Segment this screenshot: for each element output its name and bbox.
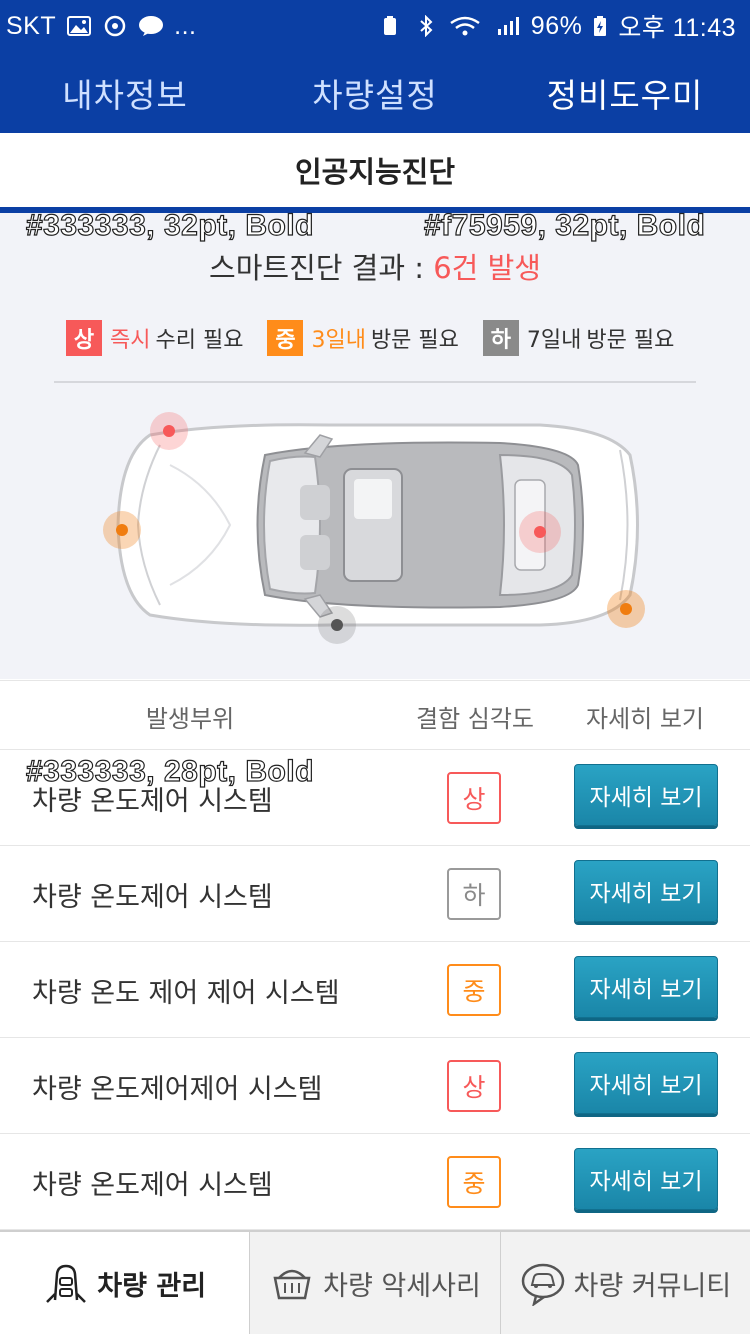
defect-table-header: 발생부위 결함 심각도 자세히 보기 (0, 680, 750, 750)
severity-badge-low: 하 (447, 868, 501, 920)
view-detail-button[interactable]: 자세히 보기 (574, 1052, 718, 1114)
gallery-icon (67, 16, 92, 36)
severity-legend: 상 즉시 수리 필요 중 3일내 방문 필요 하 7일내 방문 필요 (66, 320, 698, 356)
defect-marker-rear-cabin[interactable] (519, 511, 561, 553)
page-title: 인공지능진단 (0, 133, 750, 207)
legend-badge-low: 하 (482, 320, 519, 356)
bluetooth-icon (420, 15, 433, 37)
defect-marker-dot (116, 524, 128, 536)
battery-charging-icon (594, 16, 607, 36)
defect-marker-dot (620, 603, 632, 615)
nav-car-management[interactable]: 차량 관리 (0, 1232, 251, 1334)
diagnosis-result: 스마트진단 결과 : 6건 발생 (0, 245, 750, 287)
table-row: 차량 온도 제어 제어 시스템 중 자세히 보기 (0, 942, 750, 1038)
talk-icon (139, 16, 164, 36)
top-tab-bar: 내차정보 차량설정 정비도우미 (0, 52, 750, 133)
column-header-location: 발생부위 (145, 704, 235, 733)
defect-marker-rear[interactable] (607, 590, 645, 628)
battery-percent: 96% (530, 11, 583, 40)
result-label: 스마트진단 결과 : (209, 251, 434, 285)
severity-badge-mid: 중 (447, 964, 501, 1016)
view-detail-button[interactable]: 자세히 보기 (574, 764, 718, 826)
defect-marker-front[interactable] (103, 511, 141, 549)
defect-location: 차량 온도제어제어 시스템 (32, 1073, 323, 1105)
view-detail-button[interactable]: 자세히 보기 (574, 860, 718, 922)
nav-label: 차량 관리 (97, 1270, 207, 1302)
tab-vehicle-settings[interactable]: 차량설정 (250, 52, 500, 133)
clock: 오후 11:43 (618, 14, 736, 42)
status-left: SKT ... (6, 12, 196, 41)
bottom-navigation: 차량 관리 차량 악세사리 차량 커뮤니티 (0, 1230, 750, 1334)
basket-icon (273, 1269, 311, 1300)
legend-badge-mid: 중 (267, 320, 304, 356)
defect-location: 차량 온도제어 시스템 (32, 1169, 273, 1201)
nav-label: 차량 악세사리 (323, 1270, 481, 1302)
defect-marker-dot (331, 619, 343, 631)
legend-badge-high: 상 (66, 320, 102, 356)
tab-my-car-info[interactable]: 내차정보 (0, 52, 250, 133)
title-style-annotation: #333333, 32pt, Bold (25, 208, 314, 242)
nav-label: 차량 커뮤니티 (573, 1270, 732, 1302)
result-count: 6건 발생 (433, 251, 541, 285)
car-chat-icon (521, 1263, 564, 1306)
legend-text-mid: 방문 필요 (370, 328, 459, 353)
legend-text-low: 방문 필요 (586, 328, 675, 353)
car-manage-icon (46, 1264, 87, 1303)
more-notifications: ... (174, 11, 197, 40)
defect-marker-front-left[interactable] (150, 412, 188, 450)
view-detail-button[interactable]: 자세히 보기 (574, 1148, 718, 1210)
legend-emph-low: 7일내 (526, 328, 582, 353)
severity-badge-high: 상 (447, 1060, 501, 1112)
status-right: 96% 오후 11:43 (377, 8, 736, 44)
defect-marker-dot (163, 425, 175, 437)
legend-item-low: 하 7일내 방문 필요 (482, 320, 675, 356)
table-row: 차량 온도제어 시스템 하 자세히 보기 (0, 846, 750, 942)
row-style-annotation: #333333, 28pt, Bold (25, 754, 314, 788)
legend-text-high: 수리 필요 (155, 328, 244, 353)
status-bar: SKT ... 96% 오후 11:43 (0, 0, 750, 52)
legend-divider (54, 381, 696, 383)
nav-car-community[interactable]: 차량 커뮤니티 (501, 1232, 750, 1334)
carrier-label: SKT (6, 11, 57, 40)
view-detail-button[interactable]: 자세히 보기 (574, 956, 718, 1018)
power-sync-icon (104, 15, 126, 37)
defect-marker-right-side[interactable] (318, 606, 356, 644)
count-style-annotation: #f75959, 32pt, Bold (423, 208, 706, 242)
defect-location: 차량 온도제어 시스템 (32, 881, 273, 913)
severity-badge-high: 상 (447, 772, 501, 824)
defect-location: 차량 온도 제어 제어 시스템 (32, 977, 340, 1009)
legend-item-mid: 중 3일내 방문 필요 (267, 320, 459, 356)
nav-car-accessories[interactable]: 차량 악세사리 (250, 1232, 501, 1334)
battery-saver-icon (383, 16, 396, 35)
signal-icon (497, 17, 519, 35)
legend-emph-mid: 3일내 (311, 328, 366, 353)
legend-item-high: 상 즉시 수리 필요 (66, 320, 243, 356)
legend-emph-high: 즉시 (110, 328, 151, 353)
table-row: 차량 온도제어제어 시스템 상 자세히 보기 (0, 1038, 750, 1134)
defect-marker-dot (534, 526, 546, 538)
column-header-severity: 결함 심각도 (415, 704, 535, 733)
column-header-detail: 자세히 보기 (585, 704, 705, 733)
defect-table: 차량 온도제어 시스템 상 자세히 보기 차량 온도제어 시스템 하 자세히 보… (0, 750, 750, 1230)
severity-badge-mid: 중 (447, 1156, 501, 1208)
table-row: 차량 온도제어 시스템 중 자세히 보기 (0, 1134, 750, 1230)
wifi-icon (450, 16, 480, 36)
tab-maintenance-helper[interactable]: 정비도우미 (500, 52, 750, 133)
